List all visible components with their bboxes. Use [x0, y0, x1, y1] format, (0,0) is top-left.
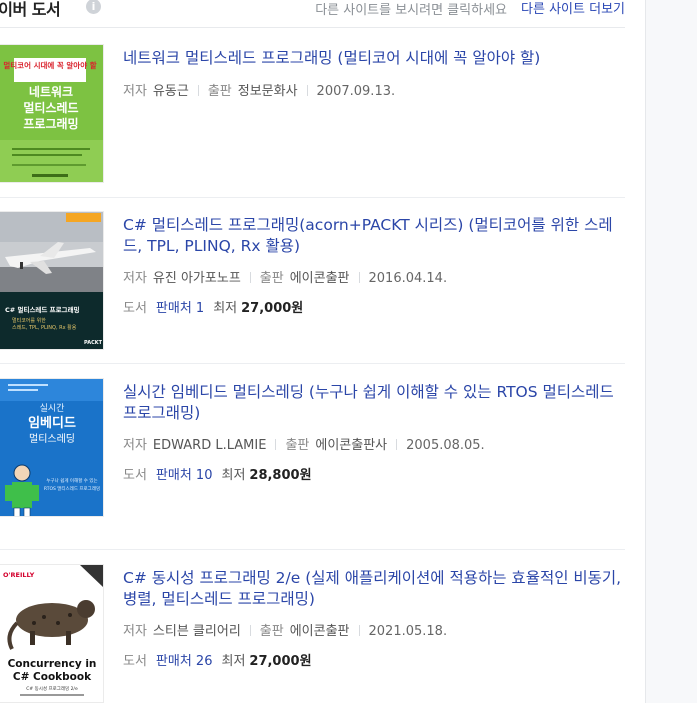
- cover-title-line: Concurrency in: [8, 658, 97, 670]
- meta-separator: [275, 439, 277, 450]
- sellers-link[interactable]: 판매처 10: [156, 468, 213, 483]
- book-meta: 저자 스티븐 클리어리 출판 에이콘출판 2021.05.18.: [123, 620, 447, 639]
- book-author: 유동근: [152, 84, 189, 99]
- store-label: 도서: [123, 654, 147, 669]
- lowest-label: 최저: [213, 301, 238, 316]
- book-publisher: 에이콘출판: [289, 624, 350, 639]
- cover-title-line: C# 멀티스레드 프로그래밍: [5, 305, 80, 314]
- cover-sub-line: 누구나 쉽게 이해할 수 있는: [46, 477, 97, 484]
- cover-title-line: 프로그래밍: [23, 116, 78, 131]
- book-author: EDWARD L.LAMIE: [152, 438, 267, 453]
- lowest-price: 28,800원: [249, 468, 312, 483]
- book-author: 유진 아가포노프: [152, 271, 241, 286]
- store-label: 도서: [123, 301, 147, 316]
- search-results-main: 네이버 도서 i 다른 사이트를 보시려면 클릭하세요 다른 사이트 더보기 멀…: [0, 0, 645, 703]
- book-publisher: 정보문화사: [237, 84, 298, 99]
- cover-top-text: 멀티코어 시대에 꼭 알아야 할: [3, 60, 96, 70]
- book-meta: 저자 EDWARD L.LAMIE 출판 에이콘출판사 2005.08.05.: [123, 434, 485, 453]
- book-cover-art: O'REILLY Concurrency in C# Cookbook C# 동…: [0, 565, 103, 702]
- book-author: 스티븐 클리어리: [152, 624, 241, 639]
- book-cover-art: 멀티코어 시대에 꼭 알아야 할 네트워크 멀티스레드 프로그래밍: [0, 45, 103, 182]
- publish-date: 2005.08.05.: [406, 438, 485, 453]
- author-label: 저자: [123, 438, 147, 453]
- cover-title-line: 임베디드: [28, 415, 76, 431]
- book-cover-image[interactable]: C# 멀티스레드 프로그래밍 멀티코어를 위한 스레드, TPL, PLINQ,…: [0, 212, 103, 349]
- meta-separator: [197, 85, 199, 96]
- lowest-label: 최저: [221, 654, 246, 669]
- book-cover-image[interactable]: 멀티코어 시대에 꼭 알아야 할 네트워크 멀티스레드 프로그래밍: [0, 45, 103, 182]
- publisher-label: 출판: [259, 271, 284, 286]
- cover-title-line: 네트워크: [29, 84, 73, 99]
- book-cover-art: 실시간 임베디드 멀티스레딩 누구나 쉽게 이해할 수 있는 RTOS 멀티스레…: [0, 379, 103, 516]
- publisher-label: 출판: [259, 624, 284, 639]
- right-side-panel: [645, 0, 697, 703]
- lowest-price: 27,000원: [241, 301, 304, 316]
- book-cover-art: C# 멀티스레드 프로그래밍 멀티코어를 위한 스레드, TPL, PLINQ,…: [0, 212, 103, 349]
- book-publisher: 에이콘출판사: [315, 438, 388, 453]
- meta-separator: [306, 85, 308, 96]
- book-item: C# 멀티스레드 프로그래밍 멀티코어를 위한 스레드, TPL, PLINQ,…: [0, 198, 625, 364]
- publish-date: 2021.05.18.: [368, 624, 448, 639]
- cover-title-line: 실시간: [40, 403, 65, 414]
- cover-sub-line: 스레드, TPL, PLINQ, Rx 활용: [12, 324, 77, 331]
- book-item: O'REILLY Concurrency in C# Cookbook C# 동…: [0, 550, 625, 703]
- cover-sub-line: 멀티코어를 위한: [12, 317, 46, 324]
- book-title-link[interactable]: C# 동시성 프로그래밍 2/e (실제 애플리케이션에 적용하는 효율적인 비…: [123, 568, 625, 610]
- author-label: 저자: [123, 84, 147, 99]
- book-meta: 저자 유동근 출판 정보문화사 2007.09.13.: [123, 80, 395, 99]
- cover-badge: PACKT: [84, 340, 103, 346]
- lowest-label: 최저: [221, 468, 246, 483]
- book-title-link[interactable]: C# 멀티스레드 프로그래밍(acorn+PACKT 시리즈) (멀티코어를 위…: [123, 215, 625, 257]
- publish-date: 2007.09.13.: [316, 84, 396, 99]
- sellers-link[interactable]: 판매처 1: [156, 301, 204, 316]
- publish-date: 2016.04.14.: [368, 271, 448, 286]
- cover-sub-line: C# 동시성 프로그래밍 2/e: [26, 685, 78, 692]
- cover-title-line: C# Cookbook: [13, 671, 92, 683]
- meta-separator: [249, 272, 251, 283]
- book-item: 멀티코어 시대에 꼭 알아야 할 네트워크 멀티스레드 프로그래밍 네트워크 멀…: [0, 0, 625, 198]
- cover-title-line: 멀티스레딩: [29, 432, 75, 445]
- book-cover-image[interactable]: O'REILLY Concurrency in C# Cookbook C# 동…: [0, 565, 103, 702]
- publisher-label: 출판: [285, 438, 310, 453]
- price-row: 도서 판매처 1 최저 27,000원: [123, 297, 303, 316]
- book-title-link[interactable]: 네트워크 멀티스레드 프로그래밍 (멀티코어 시대에 꼭 알아야 할): [123, 48, 625, 69]
- meta-separator: [358, 272, 360, 283]
- lowest-price: 27,000원: [249, 654, 312, 669]
- author-label: 저자: [123, 271, 147, 286]
- meta-separator: [396, 439, 398, 450]
- cover-title-line: 멀티스레드: [23, 100, 78, 115]
- book-title-link[interactable]: 실시간 임베디드 멀티스레딩 (누구나 쉽게 이해할 수 있는 RTOS 멀티스…: [123, 382, 625, 424]
- book-meta: 저자 유진 아가포노프 출판 에이콘출판 2016.04.14.: [123, 267, 447, 286]
- price-row: 도서 판매처 26 최저 27,000원: [123, 650, 312, 669]
- price-row: 도서 판매처 10 최저 28,800원: [123, 464, 312, 483]
- store-label: 도서: [123, 468, 147, 483]
- meta-separator: [358, 625, 360, 636]
- book-publisher: 에이콘출판: [289, 271, 350, 286]
- cover-sub-line: RTOS 멀티스레드 프로그래밍: [44, 485, 100, 492]
- meta-separator: [249, 625, 251, 636]
- publisher-label: 출판: [207, 84, 232, 99]
- cover-brand: O'REILLY: [3, 571, 35, 579]
- book-cover-image[interactable]: 실시간 임베디드 멀티스레딩 누구나 쉽게 이해할 수 있는 RTOS 멀티스레…: [0, 379, 103, 516]
- sellers-link[interactable]: 판매처 26: [156, 654, 213, 669]
- book-item: 실시간 임베디드 멀티스레딩 누구나 쉽게 이해할 수 있는 RTOS 멀티스레…: [0, 364, 625, 550]
- author-label: 저자: [123, 624, 147, 639]
